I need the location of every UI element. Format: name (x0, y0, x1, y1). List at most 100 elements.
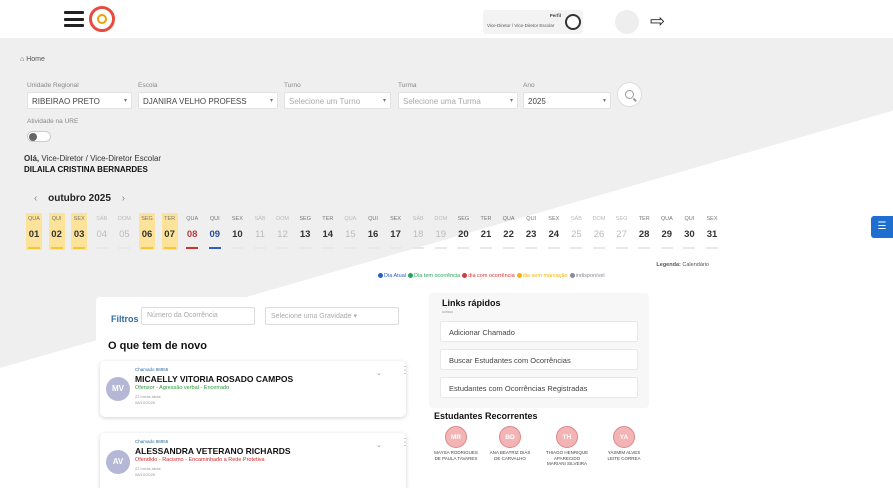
regional-select[interactable]: RIBEIRAO PRETO ▾ (27, 92, 132, 109)
day-number: 28 (638, 229, 650, 240)
more-options-icon[interactable]: ⋮ (400, 437, 410, 448)
news-card[interactable]: MV Chamado 88955 MICAELLY VITORIA ROSADO… (100, 361, 410, 417)
calendar-day[interactable]: SEX 24 (546, 213, 562, 250)
calendar-day[interactable]: QUA 29 (659, 213, 675, 250)
legend-label: Dia Atual (384, 273, 407, 279)
student-name: THIAGO HENRIQUE APARECIDO MARIANI SILVEI… (545, 450, 589, 466)
calendar-day[interactable]: SEG 06 (139, 213, 155, 250)
calendar-day[interactable]: TER 07 (161, 213, 178, 250)
calendar-day[interactable]: SEG 27 (614, 213, 630, 250)
calendar-day[interactable]: QUI 16 (365, 213, 381, 250)
switch-profile-icon[interactable] (565, 14, 581, 30)
chevron-down-icon: ▾ (509, 98, 513, 104)
turma-select[interactable]: Selecione uma Turma ▾ (398, 92, 518, 109)
legend-item: Dia tem ocorrência (408, 273, 460, 279)
chevron-down-icon: ▾ (602, 98, 606, 104)
calendar-day[interactable]: DOM 12 (275, 213, 291, 250)
day-of-week: SÁB (254, 216, 266, 222)
turno-select[interactable]: Selecione um Turno ▾ (284, 92, 391, 109)
day-of-week: SÁB (96, 216, 108, 222)
recurrent-student[interactable]: MR MAYSA RODRIGUES DE PAULA TAVARES (434, 426, 478, 461)
more-options-icon[interactable]: ⋮ (400, 365, 410, 376)
calendar-day[interactable]: TER 21 (478, 213, 494, 250)
expand-icon[interactable]: ⌄ (376, 441, 382, 449)
menu-icon[interactable] (64, 11, 84, 27)
quick-links-panel: Links rápidos acesso Adicionar Chamado B… (429, 293, 649, 408)
legend-item: Dia Atual (378, 273, 406, 279)
next-month-icon[interactable]: › (122, 193, 125, 204)
card-tag: Chamado 88955 (135, 367, 169, 372)
day-status-bar (208, 247, 221, 249)
calendar-day[interactable]: QUI 09 (207, 213, 223, 250)
time-ago: 22 horas atrás (135, 394, 161, 399)
escola-select[interactable]: DJANIRA VELHO PROFESS ▾ (138, 92, 278, 109)
calendar-day[interactable]: SÁB 18 (410, 213, 426, 250)
ano-select[interactable]: 2025 ▾ (523, 92, 611, 109)
day-status-bar (73, 247, 86, 249)
breadcrumb[interactable]: ⌂ Home (20, 56, 45, 63)
day-number: 09 (209, 229, 221, 240)
app-logo[interactable] (89, 6, 115, 32)
news-title: O que tem de novo (108, 340, 208, 352)
calendar-day[interactable]: SÁB 25 (568, 213, 584, 250)
link-add-ticket[interactable]: Adicionar Chamado (440, 321, 638, 342)
news-card[interactable]: AV Chamado 88955 ALESSANDRA VETERANO RIC… (100, 433, 410, 488)
severity-select[interactable]: Selecione uma Gravidade ▾ (265, 307, 399, 325)
recurrent-student[interactable]: YA YASMIM ALVES LEITE CORREA (602, 426, 646, 461)
calendar-day[interactable]: DOM 05 (116, 213, 132, 250)
calendar-day[interactable]: QUI 30 (681, 213, 697, 250)
ure-toggle[interactable] (27, 131, 51, 142)
calendar-day[interactable]: QUI 23 (523, 213, 539, 250)
link-registered-students[interactable]: Estudantes com Ocorrências Registradas (440, 377, 638, 398)
calendar-day[interactable]: DOM 19 (433, 213, 449, 250)
day-number: 10 (232, 229, 243, 240)
recurrent-student[interactable]: TH THIAGO HENRIQUE APARECIDO MARIANI SIL… (545, 426, 589, 467)
avatar: BD (499, 426, 521, 448)
calendar-day[interactable]: TER 28 (636, 213, 652, 250)
link-search-students[interactable]: Buscar Estudantes com Ocorrências (440, 349, 638, 370)
day-status-bar (706, 247, 718, 249)
calendar-day[interactable]: QUA 08 (184, 213, 200, 250)
calendar-day[interactable]: SEX 17 (388, 213, 404, 250)
day-of-week: DOM (434, 216, 448, 222)
day-of-week: QUI (209, 216, 220, 222)
calendar-day[interactable]: SEX 10 (229, 213, 245, 250)
day-status-bar (593, 247, 605, 249)
card-tag: Chamado 88955 (135, 439, 169, 444)
turno-label: Turno (284, 82, 301, 89)
ano-label: Ano (523, 82, 535, 89)
day-number: 23 (525, 229, 537, 240)
expand-icon[interactable]: ⌄ (376, 369, 382, 377)
day-of-week: SEG (615, 216, 628, 222)
occurrence-number-input[interactable]: Número da Ocorrência (141, 307, 255, 325)
calendar-day[interactable]: SEG 20 (455, 213, 471, 250)
calendar-day[interactable]: SEG 13 (297, 213, 313, 250)
calendar-day[interactable]: QUA 01 (26, 213, 42, 250)
day-of-week: SEG (141, 216, 153, 222)
recurrent-title: Estudantes Recorrentes (434, 411, 538, 421)
calendar-day[interactable]: DOM 26 (591, 213, 607, 250)
day-number: 16 (367, 229, 379, 240)
search-button[interactable] (617, 82, 642, 107)
user-avatar[interactable] (615, 10, 639, 34)
logout-icon[interactable]: ⇨ (650, 12, 665, 30)
calendar-day[interactable]: QUA 15 (342, 213, 358, 250)
day-number: 12 (277, 229, 288, 240)
calendar-day[interactable]: SEX 03 (71, 213, 88, 250)
day-number: 02 (51, 229, 62, 240)
day-of-week: SEX (231, 216, 243, 222)
calendar-day[interactable]: QUI 02 (48, 213, 65, 250)
calendar-day[interactable]: SÁB 11 (252, 213, 268, 250)
prev-month-icon[interactable]: ‹ (34, 193, 37, 204)
day-status-bar (502, 247, 515, 249)
translate-icon[interactable]: ☰ (871, 216, 893, 238)
calendar-day[interactable]: SÁB 04 (94, 213, 110, 250)
day-status-bar (367, 247, 379, 249)
recurrent-student[interactable]: BD ANA BEATRIZ DIAS DE CARVALHO (488, 426, 532, 461)
calendar-day[interactable]: QUA 22 (501, 213, 517, 250)
profile-label: Perfil (549, 13, 561, 18)
calendar-day[interactable]: TER 14 (320, 213, 336, 250)
profile-selector[interactable]: Perfil Vice-Diretor / Vice-Diretor Escol… (483, 10, 583, 34)
calendar-day[interactable]: SEX 31 (704, 213, 720, 250)
day-number: 20 (458, 229, 469, 240)
